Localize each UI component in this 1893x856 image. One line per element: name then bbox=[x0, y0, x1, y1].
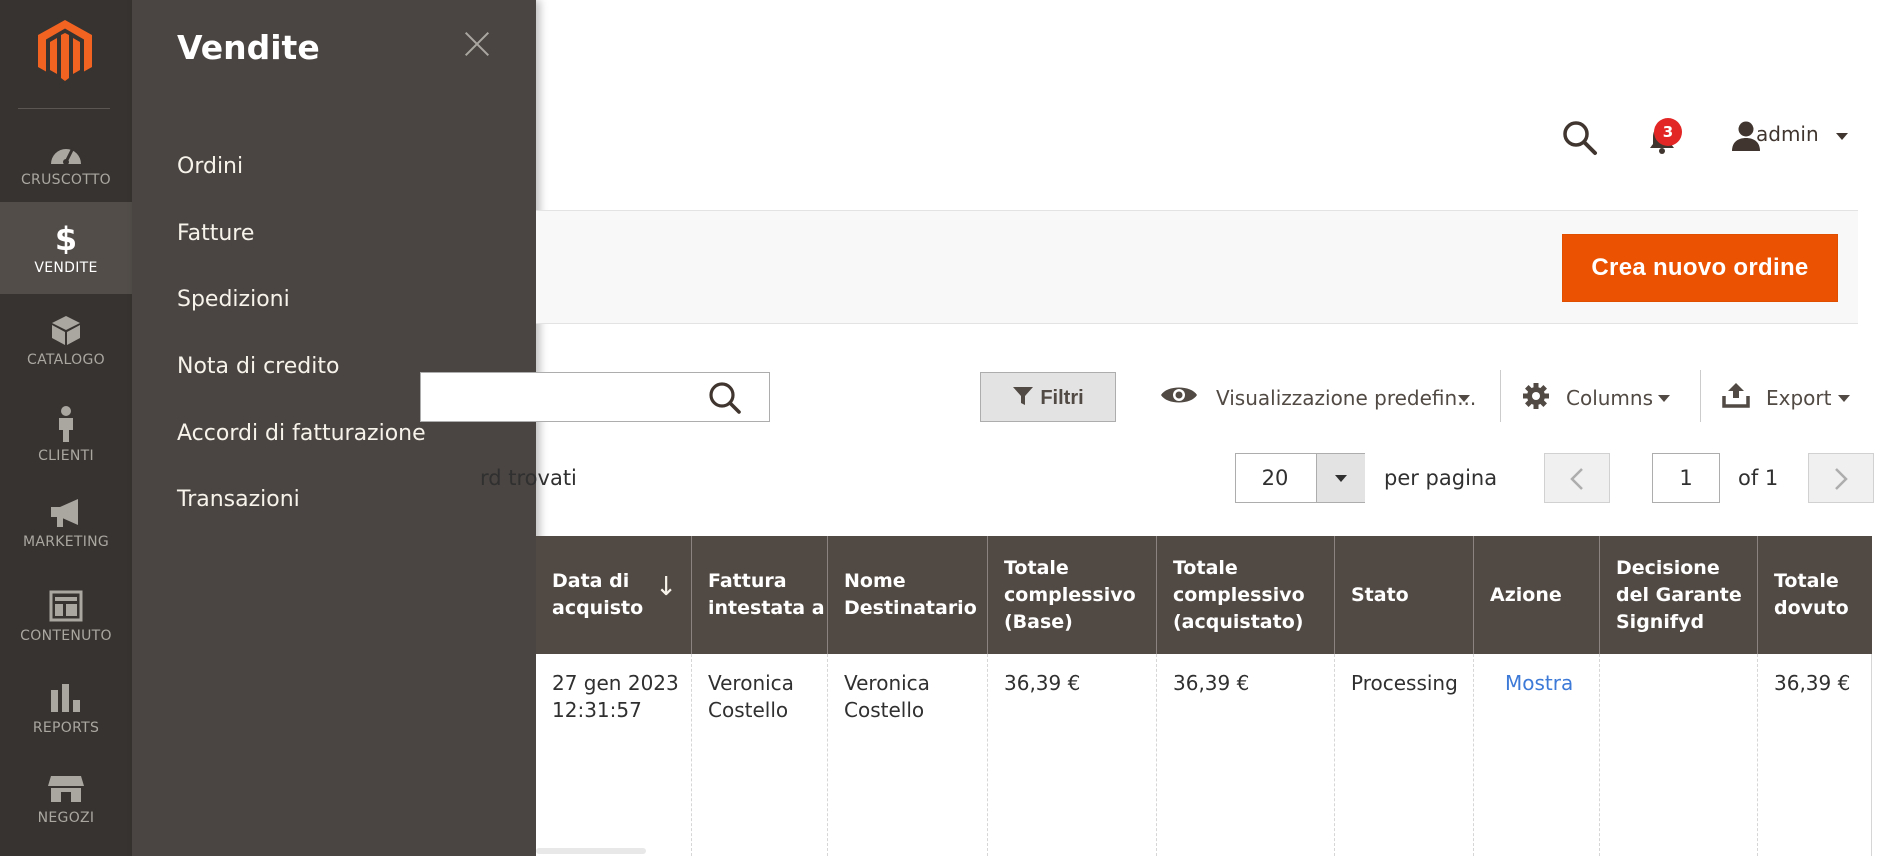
column-header-grand-total-purchased[interactable]: Totale complessivo (acquistato) bbox=[1157, 536, 1335, 654]
column-header-purchase-date[interactable]: Data di acquisto ↓ bbox=[536, 536, 692, 654]
nav-item-customers[interactable]: CLIENTI bbox=[0, 386, 132, 478]
column-header-ship-to[interactable]: Nome Destinatario bbox=[828, 536, 988, 654]
column-header-total-due[interactable]: Totale dovuto bbox=[1758, 536, 1872, 654]
cell-purchase-date: 27 gen 2023 12:31:57 bbox=[536, 654, 692, 856]
box-icon bbox=[52, 316, 80, 345]
submenu-item-shipments[interactable]: Spedizioni bbox=[177, 287, 290, 312]
nav-item-catalog[interactable]: CATALOGO bbox=[0, 294, 132, 386]
per-page-value: 20 bbox=[1261, 466, 1289, 490]
submenu-item-invoices[interactable]: Fatture bbox=[177, 221, 254, 246]
toolbar-divider bbox=[1700, 370, 1701, 422]
cell-grand-total-purchased: 36,39 € bbox=[1157, 654, 1335, 856]
cell-bill-to: Veronica Costello bbox=[692, 654, 828, 856]
columns-label: Columns bbox=[1566, 386, 1654, 410]
nav-item-content[interactable]: CONTENUTO bbox=[0, 570, 132, 662]
page-total-label: of 1 bbox=[1738, 466, 1779, 490]
close-icon[interactable] bbox=[462, 28, 492, 58]
chevron-down-icon[interactable] bbox=[1836, 133, 1848, 140]
filters-button[interactable]: Filtri bbox=[980, 372, 1116, 422]
logo-divider bbox=[18, 108, 110, 109]
nav-item-sales[interactable]: $ VENDITE bbox=[0, 202, 132, 294]
export-selector[interactable]: Export bbox=[1722, 378, 1852, 418]
columns-selector[interactable]: Columns bbox=[1522, 378, 1672, 418]
cell-total-due: 36,39 € bbox=[1758, 654, 1872, 856]
view-selector[interactable]: Visualizzazione predefin... bbox=[1160, 378, 1477, 418]
cell-action: Mostra bbox=[1474, 654, 1600, 856]
nav-item-label: CRUSCOTTO bbox=[20, 172, 111, 188]
submenu-item-orders[interactable]: Ordini bbox=[177, 154, 243, 179]
admin-user-menu[interactable]: admin bbox=[1756, 122, 1819, 146]
view-order-link[interactable]: Mostra bbox=[1505, 671, 1573, 695]
dashboard-icon bbox=[51, 147, 81, 165]
page-number-input[interactable]: 1 bbox=[1652, 453, 1720, 503]
cell-grand-total-base: 36,39 € bbox=[988, 654, 1157, 856]
magento-logo-icon[interactable] bbox=[36, 18, 94, 84]
chevron-right-icon bbox=[1835, 468, 1848, 490]
column-header-action: Azione bbox=[1474, 536, 1600, 654]
store-icon bbox=[48, 776, 84, 802]
gear-icon bbox=[1523, 383, 1549, 409]
create-new-order-button[interactable]: Crea nuovo ordine bbox=[1562, 234, 1838, 302]
nav-item-reports[interactable]: REPORTS bbox=[0, 662, 132, 754]
nav-item-label: CONTENUTO bbox=[20, 628, 112, 644]
upload-icon bbox=[1722, 383, 1750, 408]
eye-icon bbox=[1161, 387, 1197, 403]
column-header-signifyd-decision[interactable]: Decisione del Garante Signifyd bbox=[1600, 536, 1758, 654]
next-page-button[interactable] bbox=[1808, 453, 1874, 503]
per-page-label: per pagina bbox=[1384, 466, 1498, 490]
view-selector-label: Visualizzazione predefin... bbox=[1216, 386, 1477, 410]
person-icon bbox=[59, 406, 73, 442]
records-found-text: rd trovati bbox=[480, 466, 577, 490]
submenu-item-billing-agreements[interactable]: Accordi di fatturazione bbox=[177, 421, 426, 446]
filters-label: Filtri bbox=[1040, 386, 1084, 409]
cell-status: Processing bbox=[1335, 654, 1474, 856]
nav-item-dashboard[interactable]: CRUSCOTTO bbox=[0, 118, 132, 210]
bar-chart-icon bbox=[51, 684, 80, 712]
notification-badge[interactable]: 3 bbox=[1654, 118, 1682, 146]
orders-table-header: Data di acquisto ↓ Fattura intestata a Nom… bbox=[536, 536, 1872, 654]
filter-icon bbox=[1013, 386, 1034, 405]
admin-sidebar: CRUSCOTTO $ VENDITE CATALOGO CLIENTI MAR… bbox=[0, 0, 132, 856]
column-header-grand-total-base[interactable]: Totale complessivo (Base) bbox=[988, 536, 1157, 654]
cell-signifyd-decision bbox=[1600, 654, 1758, 856]
nav-item-label: REPORTS bbox=[32, 720, 100, 736]
nav-item-stores[interactable]: NEGOZI bbox=[0, 754, 132, 846]
layout-icon bbox=[49, 590, 83, 622]
previous-page-button[interactable] bbox=[1544, 453, 1610, 503]
horizontal-scrollbar[interactable] bbox=[536, 848, 646, 854]
search-icon[interactable] bbox=[1562, 120, 1598, 156]
chevron-down-icon[interactable] bbox=[1316, 454, 1365, 502]
export-label: Export bbox=[1766, 386, 1832, 410]
per-page-select[interactable]: 20 bbox=[1235, 453, 1365, 503]
chevron-down-icon bbox=[1658, 395, 1670, 402]
orders-table-body: 27 gen 2023 12:31:57 Veronica Costello Ver… bbox=[536, 654, 1872, 856]
sales-submenu: Vendite Ordini Fatture Spedizioni Nota d… bbox=[132, 0, 536, 856]
nav-item-label: VENDITE bbox=[34, 260, 98, 276]
nav-item-marketing[interactable]: MARKETING bbox=[0, 478, 132, 570]
chevron-down-icon bbox=[1838, 395, 1850, 402]
submenu-item-transactions[interactable]: Transazioni bbox=[177, 487, 300, 512]
megaphone-icon bbox=[51, 499, 78, 527]
nav-item-label: MARKETING bbox=[22, 534, 110, 550]
nav-item-label: CATALOGO bbox=[27, 352, 105, 368]
nav-item-label: NEGOZI bbox=[37, 810, 95, 826]
nav-item-label: CLIENTI bbox=[38, 448, 94, 464]
dollar-icon: $ bbox=[55, 222, 77, 254]
search-icon[interactable] bbox=[700, 380, 744, 416]
submenu-item-credit-memos[interactable]: Nota di credito bbox=[177, 354, 339, 379]
chevron-left-icon bbox=[1570, 468, 1583, 490]
submenu-title: Vendite bbox=[177, 28, 320, 67]
chevron-down-icon bbox=[1458, 395, 1470, 402]
sort-arrow-icon: ↓ bbox=[655, 572, 677, 602]
cell-ship-to: Veronica Costello bbox=[828, 654, 988, 856]
toolbar-divider bbox=[1500, 370, 1501, 422]
column-header-bill-to[interactable]: Fattura intestata a bbox=[692, 536, 828, 654]
column-header-status[interactable]: Stato bbox=[1335, 536, 1474, 654]
svg-text:$: $ bbox=[55, 222, 77, 254]
